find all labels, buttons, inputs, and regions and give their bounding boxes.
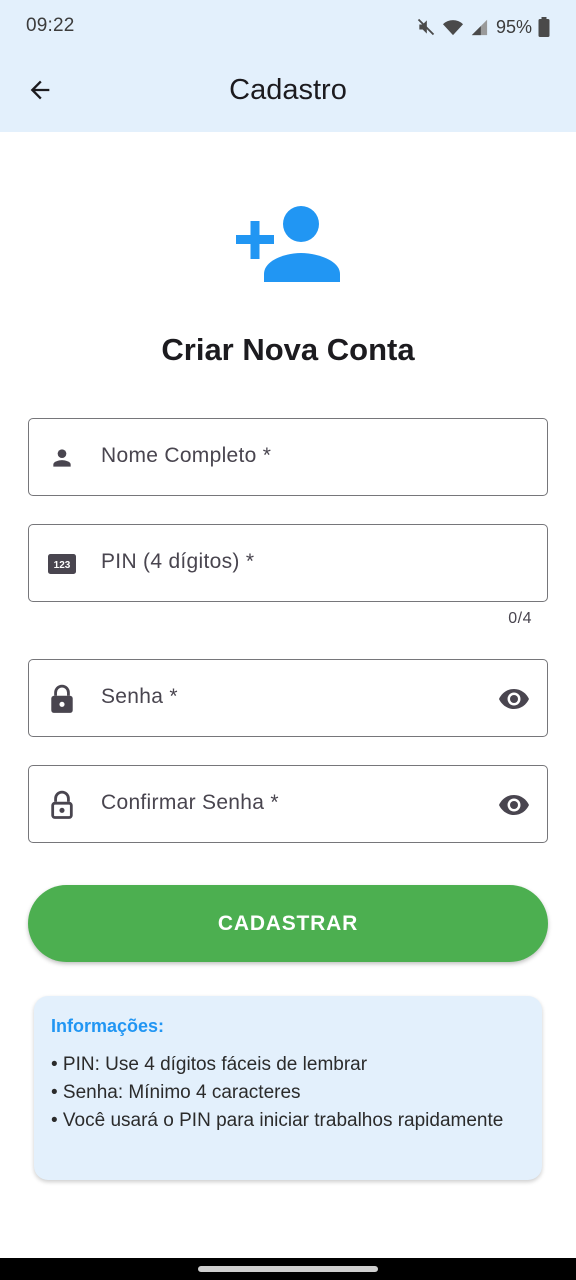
password-field[interactable]: Senha * (28, 659, 548, 737)
confirm-password-field[interactable]: Confirmar Senha * (28, 765, 548, 843)
pin-counter: 0/4 (508, 610, 532, 627)
person-add-icon (234, 204, 342, 284)
password-field-label: Senha * (101, 685, 178, 708)
navigation-bar (0, 1258, 576, 1280)
svg-text:123: 123 (54, 560, 71, 571)
info-card: Informações: • PIN: Use 4 dígitos fáceis… (34, 996, 542, 1180)
lock-icon (48, 684, 76, 713)
battery-percent: 95% (495, 16, 532, 37)
register-button[interactable]: CADASTRAR (28, 885, 548, 962)
lock-outline-icon (48, 790, 76, 819)
status-time: 09:22 (26, 15, 75, 36)
pin-123-icon: 123 (48, 550, 76, 578)
info-line: • PIN: Use 4 dígitos fáceis de lembrar (51, 1054, 368, 1075)
gesture-handle[interactable] (198, 1266, 378, 1272)
top-area: 09:22 95% Cadastro (0, 0, 576, 132)
info-title: Informações: (51, 1016, 165, 1036)
eye-icon[interactable] (497, 790, 531, 820)
status-icons: 95% (416, 14, 550, 40)
page-title: Cadastro (229, 74, 347, 106)
wifi-icon (442, 17, 464, 37)
confirm-field-label: Confirmar Senha * (101, 791, 279, 814)
signal-icon (470, 18, 488, 36)
mute-icon (416, 17, 436, 37)
info-line: • Senha: Mínimo 4 caracteres (51, 1082, 301, 1103)
pin-field-label: PIN (4 dígitos) * (101, 550, 255, 573)
status-bar: 09:22 95% (0, 0, 576, 54)
app-bar: Cadastro (0, 54, 576, 132)
battery-icon (538, 17, 550, 37)
hero-title: Criar Nova Conta (161, 332, 415, 367)
person-icon (48, 444, 76, 472)
register-button-label: CADASTRAR (217, 911, 359, 935)
info-line: • Você usará o PIN para iniciar trabalho… (51, 1110, 504, 1131)
eye-icon[interactable] (497, 684, 531, 714)
name-field-label: Nome Completo * (101, 444, 272, 467)
name-field[interactable]: Nome Completo * (28, 418, 548, 496)
pin-field[interactable]: 123 PIN (4 dígitos) * (28, 524, 548, 602)
